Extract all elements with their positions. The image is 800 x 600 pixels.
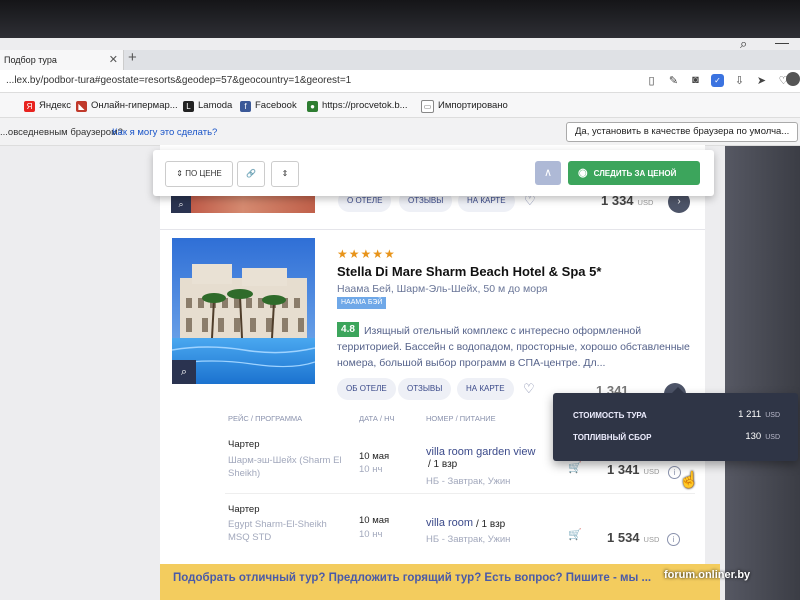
infobar-question: ...овседневным браузером? [0, 127, 123, 138]
date: 10 мая [359, 515, 390, 526]
col-flight: РЕЙС / ПРОГРАММА [228, 414, 303, 423]
default-browser-infobar: ...овседневным браузером? Как я могу это… [0, 118, 800, 146]
hand-cursor-icon: ☝ [679, 472, 699, 489]
nights: 10 нч [359, 464, 383, 475]
fuel-surcharge-value: 130 USD [745, 431, 780, 442]
close-icon[interactable]: ✕ [109, 53, 118, 66]
avatar[interactable] [786, 72, 800, 86]
set-default-button[interactable]: Да, установить в качестве браузера по ум… [566, 122, 799, 142]
col-room: НОМЕР / ПИТАНИЕ [426, 414, 496, 423]
reader-icon[interactable]: ▯ [645, 74, 658, 87]
room-type[interactable]: villa room garden view [426, 446, 535, 458]
offer-price: 1 341 USD [607, 462, 660, 477]
divider [225, 493, 695, 494]
chevron-up-icon: ∧ [543, 167, 553, 179]
bookmark-procvetok[interactable]: ● https://procvetok.b... [307, 100, 408, 112]
camera-icon[interactable]: ◙ [689, 74, 702, 87]
toolbar-icons: ▯ ✎ ◙ ✓ ⇩ ➤ ♡ [645, 74, 790, 87]
flight-type: Чартер [228, 504, 260, 515]
help-banner[interactable]: Подобрать отличный тур? Предложить горящ… [160, 564, 720, 600]
sort-arrows-icon: ⇕ [281, 169, 289, 178]
meal: НБ - Завтрак, Ужин [426, 476, 511, 487]
flight-route: Egypt Sharm-El-Sheikh [228, 519, 327, 530]
reviews-button[interactable]: ОТЗЫВЫ [398, 378, 452, 400]
tab-title: Подбор тура [4, 55, 57, 65]
offer-price: 1 534 USD [607, 530, 660, 545]
share-icon[interactable]: ➤ [755, 74, 768, 87]
flight-route-2: MSQ STD [228, 532, 272, 543]
download-icon[interactable]: ⇩ [733, 74, 746, 87]
flight-route: Шарм-эш-Шейх (Sharm El [228, 455, 342, 466]
new-tab-icon[interactable]: + [128, 49, 137, 66]
resort-tag[interactable]: НААМА БЭЙ [337, 297, 387, 309]
rating-badge: 4.8 [337, 322, 359, 337]
edit-icon[interactable]: ✎ [667, 74, 680, 87]
sort-arrows-icon: ⇕ [176, 169, 183, 178]
url-text[interactable]: ...lex.by/podbor-tura#geostate=resorts&g… [6, 75, 351, 86]
bookmark-yandex[interactable]: Я Яндекс [24, 100, 71, 112]
sort-button[interactable]: ⇕ ПО ЦЕНЕ [165, 161, 233, 187]
flight-type: Чартер [228, 439, 260, 450]
reorder-button[interactable]: ⇕ [271, 161, 299, 187]
on-map-button[interactable]: НА КАРТЕ [457, 378, 514, 400]
infobar-link[interactable]: Как я могу это сделать? [112, 127, 217, 138]
zoom-icon[interactable]: ⌕ [172, 360, 196, 384]
monitor-bezel [0, 0, 800, 40]
info-icon[interactable]: i [667, 533, 680, 546]
hotel-location: Наама Бей, Шарм-Эль-Шейх, 50 м до моря [337, 283, 548, 295]
room-type[interactable]: villa room [426, 517, 473, 529]
banner-text: Подобрать отличный тур? Предложить горящ… [173, 572, 652, 584]
bookmarks-bar: Я Яндекс ◣ Онлайн-гипермар... L Lamoda f Fac… [0, 93, 800, 118]
fuel-surcharge-label: ТОПЛИВНЫЙ СБОР [573, 433, 652, 442]
col-date: ДАТА / НЧ [359, 414, 395, 423]
shield-icon[interactable]: ✓ [711, 74, 724, 87]
tooltip-arrow [672, 387, 684, 393]
hotel-name[interactable]: Stella Di Mare Sharm Beach Hotel & Spa 5… [337, 264, 601, 279]
watermark: forum.onliner.by [664, 569, 751, 581]
sticky-toolbar: ⇕ ПО ЦЕНЕ 🔗 ⇕ ∧ ◉ СЛЕДИТЬ ЗА ЦЕНОЙ [153, 150, 714, 196]
tour-cost-value: 1 211 USD [738, 409, 780, 420]
eye-icon: ◉ [578, 167, 588, 179]
cart-icon[interactable]: 🛒 [568, 461, 582, 474]
track-price-button[interactable]: ◉ СЛЕДИТЬ ЗА ЦЕНОЙ [568, 161, 700, 185]
link-icon: 🔗 [246, 169, 256, 178]
tour-cost-label: СТОИМОСТЬ ТУРА [573, 411, 647, 420]
room-guests: / 1 взр [476, 519, 506, 530]
nights: 10 нч [359, 529, 383, 540]
search-icon[interactable]: ⌕ [740, 36, 747, 52]
about-hotel-button[interactable]: ОБ ОТЕЛЕ [337, 378, 396, 400]
minimize-icon[interactable]: — [775, 34, 789, 50]
hotel-stars: ★★★★★ [337, 247, 396, 261]
room-guests: / 1 взр [428, 459, 458, 470]
favorite-icon[interactable]: ♡ [523, 381, 535, 397]
date: 10 мая [359, 451, 390, 462]
scroll-up-button[interactable]: ∧ [535, 161, 561, 185]
browser-tab[interactable]: Подбор тура ✕ [0, 50, 124, 70]
bookmark-hypermarket[interactable]: ◣ Онлайн-гипермар... [76, 100, 178, 112]
bookmark-lamoda[interactable]: L Lamoda [183, 100, 232, 112]
zoom-icon[interactable]: ⌕ [171, 196, 191, 213]
hotel-description: Изящный отельный комплекс с интересно оф… [337, 325, 690, 369]
bookmark-imported[interactable]: ▭ Импортировано [421, 100, 508, 113]
price-breakdown-tooltip: СТОИМОСТЬ ТУРА 1 211 USD ТОПЛИВНЫЙ СБОР 1… [553, 387, 798, 461]
divider [160, 229, 705, 230]
flight-route-2: Sheikh) [228, 468, 261, 479]
cart-icon[interactable]: 🛒 [568, 528, 582, 541]
link-button[interactable]: 🔗 [237, 161, 265, 187]
monitor-bezel-right [725, 140, 800, 600]
bookmark-facebook[interactable]: f Facebook [240, 100, 297, 112]
meal: НБ - Завтрак, Ужин [426, 534, 511, 545]
prev-hotel-image[interactable] [171, 196, 315, 213]
